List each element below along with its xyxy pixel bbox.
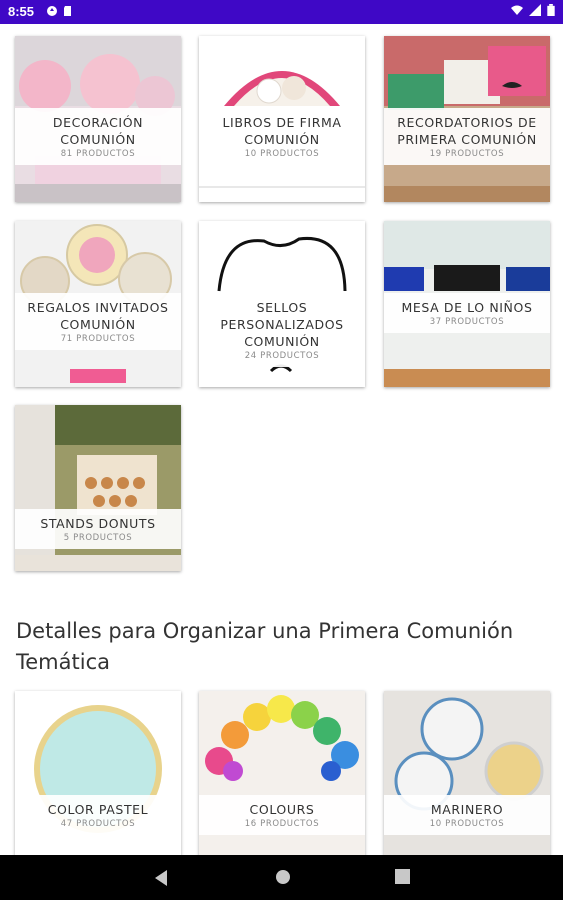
signal-icon: [529, 4, 541, 16]
category-count: 71 PRODUCTOS: [60, 334, 136, 344]
sync-icon: [47, 6, 57, 16]
category-card-recordatorios[interactable]: RECORDATORIOS DE PRIMERA COMUNIÓN 19 PRO…: [384, 36, 550, 202]
category-count: 10 PRODUCTOS: [244, 149, 320, 159]
category-title: DECORACIÓN COMUNIÓN: [52, 115, 144, 147]
category-label: LIBROS DE FIRMA COMUNIÓN 10 PRODUCTOS: [199, 108, 365, 165]
theme-title: COLOURS: [249, 802, 315, 817]
category-title: MESA DE LO NIÑOS: [401, 300, 533, 315]
category-title: REGALOS INVITADOS COMUNIÓN: [27, 300, 169, 332]
category-count: 19 PRODUCTOS: [429, 149, 505, 159]
home-icon[interactable]: [275, 869, 291, 885]
category-label: MESA DE LO NIÑOS 37 PRODUCTOS: [384, 293, 550, 333]
theme-count: 10 PRODUCTOS: [429, 819, 505, 829]
navigation-bar: [0, 855, 563, 900]
battery-icon: [547, 4, 555, 16]
category-title: STANDS DONUTS: [40, 516, 156, 531]
category-title: RECORDATORIOS DE PRIMERA COMUNIÓN: [397, 115, 537, 147]
theme-label: MARINERO 10 PRODUCTOS: [384, 795, 550, 835]
category-count: 81 PRODUCTOS: [60, 149, 136, 159]
category-label: SELLOS PERSONALIZADOS COMUNIÓN 24 PRODUC…: [199, 293, 365, 367]
category-card-sellos[interactable]: SELLOS PERSONALIZADOS COMUNIÓN 24 PRODUC…: [199, 221, 365, 387]
category-card-mesa-ninos[interactable]: MESA DE LO NIÑOS 37 PRODUCTOS: [384, 221, 550, 387]
category-title: SELLOS PERSONALIZADOS COMUNIÓN: [220, 300, 344, 349]
theme-card-color-pastel[interactable]: COLOR PASTEL 47 PRODUCTOS: [15, 691, 181, 857]
theme-card-marinero[interactable]: MARINERO 10 PRODUCTOS: [384, 691, 550, 857]
clock: 8:55: [8, 4, 35, 19]
category-label: RECORDATORIOS DE PRIMERA COMUNIÓN 19 PRO…: [384, 108, 550, 165]
status-bar: 8:55: [0, 0, 563, 24]
theme-card-colours[interactable]: COLOURS 16 PRODUCTOS: [199, 691, 365, 857]
section-title: Detalles para Organizar una Primera Comu…: [16, 619, 514, 674]
category-card-stands-donuts[interactable]: STANDS DONUTS 5 PRODUCTOS: [15, 405, 181, 571]
recents-icon[interactable]: [395, 869, 410, 884]
category-card-decoracion[interactable]: DECORACIÓN COMUNIÓN 81 PRODUCTOS: [15, 36, 181, 202]
theme-label: COLOR PASTEL 47 PRODUCTOS: [15, 795, 181, 835]
wifi-icon: [511, 5, 523, 15]
theme-count: 47 PRODUCTOS: [60, 819, 136, 829]
theme-count: 16 PRODUCTOS: [244, 819, 320, 829]
category-label: STANDS DONUTS 5 PRODUCTOS: [15, 509, 181, 549]
category-count: 37 PRODUCTOS: [429, 317, 505, 327]
back-icon[interactable]: [153, 869, 169, 887]
category-count: 24 PRODUCTOS: [244, 351, 320, 361]
category-label: DECORACIÓN COMUNIÓN 81 PRODUCTOS: [15, 108, 181, 165]
category-count: 5 PRODUCTOS: [63, 533, 133, 543]
theme-title: MARINERO: [430, 802, 504, 817]
theme-label: COLOURS 16 PRODUCTOS: [199, 795, 365, 835]
category-label: REGALOS INVITADOS COMUNIÓN 71 PRODUCTOS: [15, 293, 181, 350]
category-title: LIBROS DE FIRMA COMUNIÓN: [222, 115, 342, 147]
theme-title: COLOR PASTEL: [47, 802, 149, 817]
category-card-libros-firma[interactable]: LIBROS DE FIRMA COMUNIÓN 10 PRODUCTOS: [199, 36, 365, 202]
sd-card-icon: [64, 6, 71, 16]
category-card-regalos-invitados[interactable]: REGALOS INVITADOS COMUNIÓN 71 PRODUCTOS: [15, 221, 181, 387]
